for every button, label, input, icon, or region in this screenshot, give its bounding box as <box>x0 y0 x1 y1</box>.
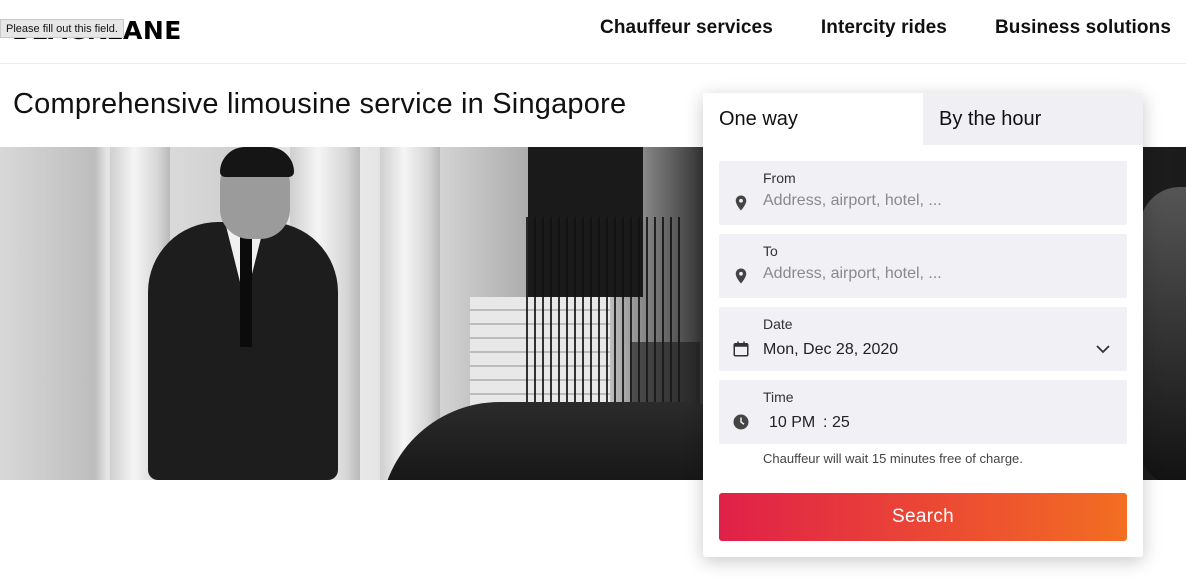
page-title: Comprehensive limousine service in Singa… <box>13 88 627 120</box>
nav-business-solutions[interactable]: Business solutions <box>995 17 1171 39</box>
from-label: From <box>763 170 796 186</box>
site-header: BLACKLANE Please fill out this field. Ch… <box>0 0 1186 64</box>
to-label: To <box>763 243 778 259</box>
booking-widget: One way By the hour From To Date Mon, De… <box>703 93 1143 557</box>
validation-tooltip: Please fill out this field. <box>0 19 124 38</box>
to-input[interactable] <box>763 265 1103 283</box>
time-label: Time <box>763 389 794 405</box>
to-field[interactable]: To <box>719 234 1127 298</box>
from-input[interactable] <box>763 192 1103 210</box>
wait-time-note: Chauffeur will wait 15 minutes free of c… <box>763 451 1023 466</box>
tab-one-way[interactable]: One way <box>703 93 923 145</box>
hour-select[interactable]: 10 PM <box>769 414 815 432</box>
main-nav: Chauffeur services Intercity rides Busin… <box>600 17 1171 39</box>
from-field[interactable]: From <box>719 161 1127 225</box>
clock-icon <box>733 414 749 430</box>
booking-tabs: One way By the hour <box>703 93 1143 145</box>
time-separator: : <box>823 414 828 431</box>
location-pin-icon <box>735 268 747 284</box>
tab-by-the-hour[interactable]: By the hour <box>923 93 1143 145</box>
date-label: Date <box>763 316 793 332</box>
nav-intercity-rides[interactable]: Intercity rides <box>821 17 947 39</box>
search-button[interactable]: Search <box>719 493 1127 541</box>
nav-chauffeur-services[interactable]: Chauffeur services <box>600 17 773 39</box>
calendar-icon <box>733 341 749 357</box>
date-value: Mon, Dec 28, 2020 <box>763 341 899 358</box>
chevron-down-icon[interactable] <box>1095 341 1111 357</box>
minute-select[interactable]: 25 <box>832 414 850 432</box>
date-field[interactable]: Date Mon, Dec 28, 2020 <box>719 307 1127 371</box>
location-pin-icon <box>735 195 747 211</box>
time-field: Time 10 PM : 25 <box>719 380 1127 444</box>
